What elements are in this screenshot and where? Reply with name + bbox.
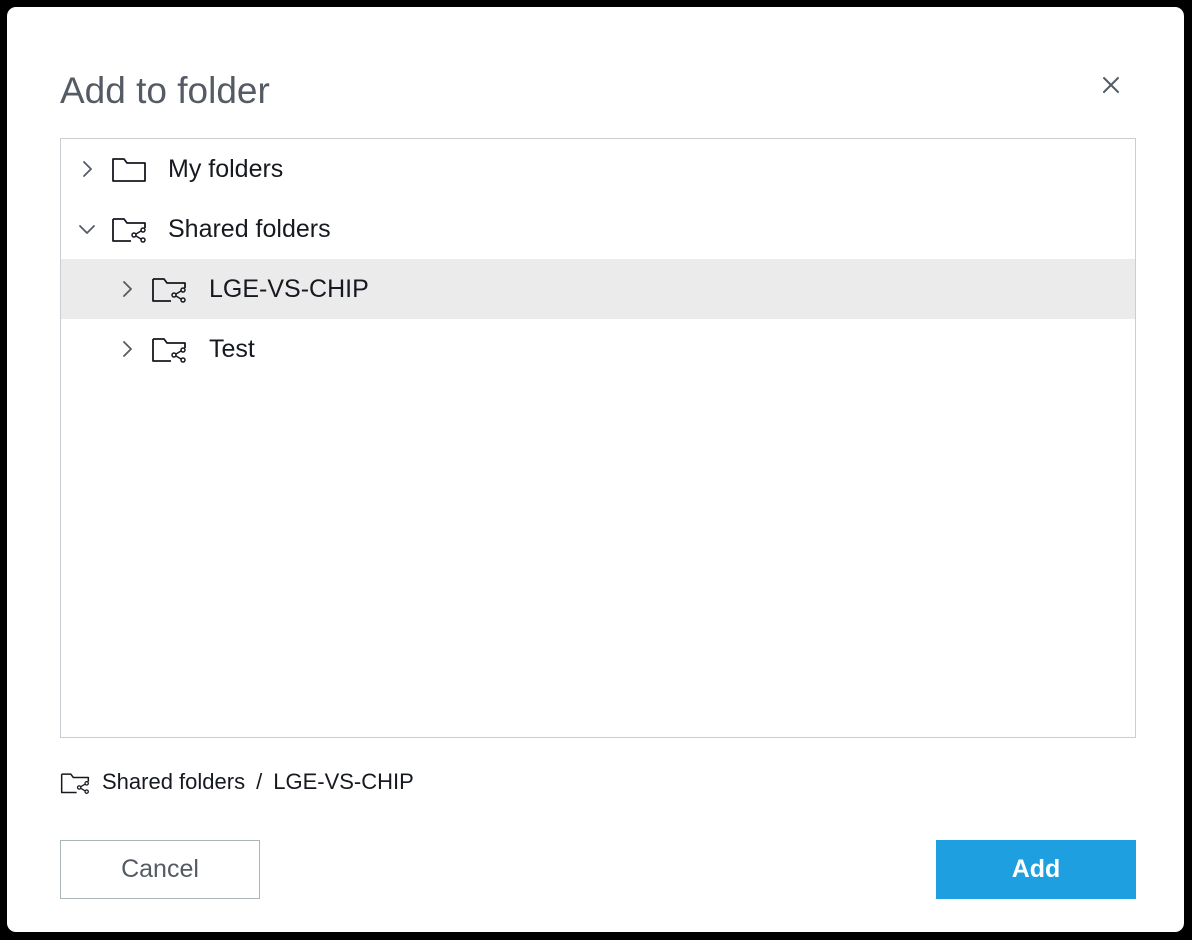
tree-row-label: My folders: [168, 155, 284, 183]
tree-row-shared-folders[interactable]: Shared folders: [61, 199, 1135, 259]
folder-tree: My folders Shared folders LGE-VS-CHIP Te…: [60, 138, 1136, 738]
add-button[interactable]: Add: [936, 840, 1136, 899]
tree-row-label: Test: [209, 335, 255, 363]
chevron-down-icon[interactable]: [75, 217, 99, 241]
close-button[interactable]: [1093, 67, 1129, 103]
chevron-right-icon[interactable]: [75, 157, 99, 181]
cancel-button[interactable]: Cancel: [60, 840, 260, 899]
dialog-title: Add to folder: [60, 70, 270, 111]
folder-icon: [112, 158, 146, 182]
breadcrumb: Shared folders / LGE-VS-CHIP: [60, 767, 414, 797]
chevron-right-icon[interactable]: [115, 337, 139, 361]
close-icon[interactable]: [1102, 76, 1120, 94]
tree-row-lge-vs-chip[interactable]: LGE-VS-CHIP: [61, 259, 1135, 319]
breadcrumb-separator: /: [256, 769, 263, 794]
tree-row-test[interactable]: Test: [61, 319, 1135, 379]
tree-row-label: LGE-VS-CHIP: [209, 275, 369, 303]
shared-folder-icon: [152, 278, 186, 303]
chevron-right-icon[interactable]: [115, 277, 139, 301]
breadcrumb-segment: Shared folders: [102, 769, 246, 794]
shared-folder-icon: [60, 772, 90, 794]
shared-folder-icon: [152, 338, 186, 363]
breadcrumb-segment: LGE-VS-CHIP: [273, 769, 414, 794]
add-to-folder-dialog: Add to folder My folders Shared folders …: [7, 7, 1184, 932]
shared-folder-icon: [112, 218, 146, 243]
tree-row-label: Shared folders: [168, 215, 331, 243]
tree-row-my-folders[interactable]: My folders: [61, 139, 1135, 199]
